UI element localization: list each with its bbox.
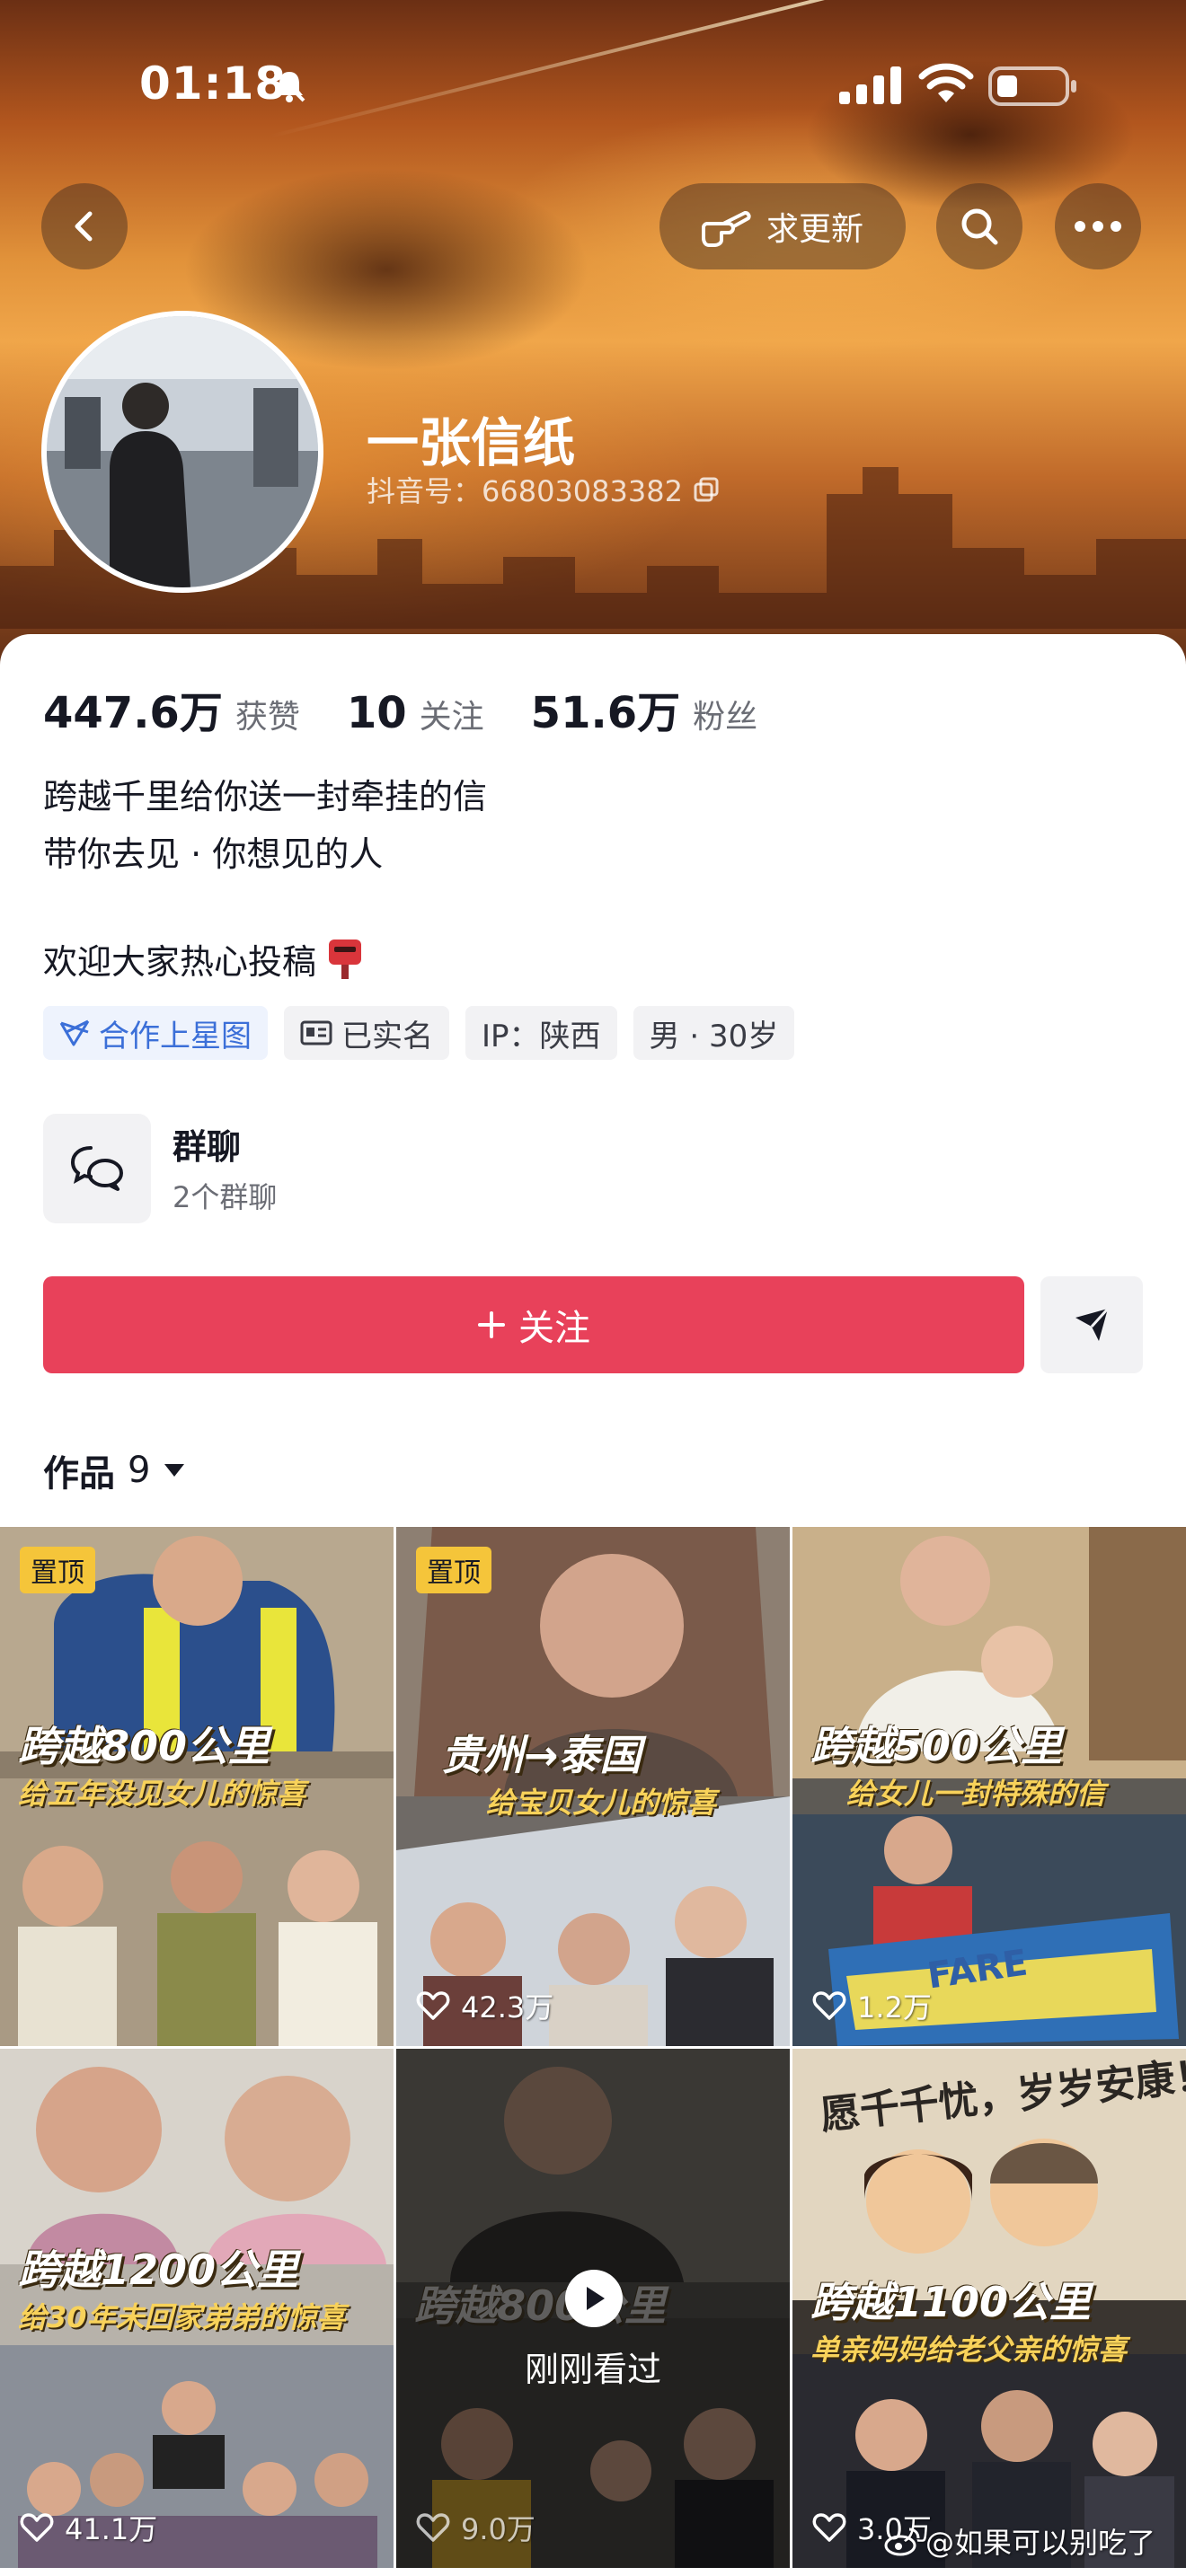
- heart-outline-icon: [416, 2513, 450, 2542]
- video-tile[interactable]: 跨越500公里 给女儿一封特殊的信 FARE 1.2万: [792, 1527, 1186, 2046]
- star-map-label: 合作上星图: [99, 1018, 252, 1054]
- bio-line-3-text: 欢迎大家热心投稿: [43, 942, 317, 982]
- video-tile[interactable]: 置顶 跨越800公里 给五年没见女儿的惊喜: [0, 1527, 394, 2046]
- verified-tag: 已实名: [284, 1006, 449, 1060]
- status-bar: 01:18: [0, 0, 1186, 171]
- chat-bubbles-icon: [70, 1146, 123, 1191]
- video-tile[interactable]: 置顶 贵州→泰国 给宝贝女儿的惊喜 42.3万: [396, 1527, 790, 2046]
- bio-line-3: 欢迎大家热心投稿: [43, 934, 365, 984]
- following-count[interactable]: 10: [347, 688, 407, 738]
- video-title: 跨越800公里: [18, 1722, 270, 1770]
- follow-button[interactable]: 关注: [43, 1276, 1024, 1373]
- video-subtitle: 给女儿一封特殊的信: [846, 1777, 1106, 1811]
- search-icon: [961, 208, 998, 245]
- like-count-value: 41.1万: [65, 2512, 158, 2546]
- battery-icon: [988, 66, 1076, 106]
- like-count: 42.3万: [416, 1985, 553, 2026]
- works-tab[interactable]: 作品 9: [43, 1444, 186, 1496]
- display-name: 一张信纸: [367, 412, 576, 473]
- works-tab-label: 作品: [43, 1453, 115, 1495]
- video-subtitle: 单亲妈妈给老父亲的惊喜: [810, 2333, 1128, 2367]
- chevron-left-icon: [75, 211, 93, 242]
- heart-outline-icon: [20, 2513, 54, 2542]
- bio-line-2: 带你去见 · 你想见的人: [43, 834, 384, 874]
- video-tile[interactable]: 跨越1200公里 给30年未回家弟弟的惊喜 41.1万: [0, 2049, 394, 2568]
- video-title: 跨越500公里: [810, 1722, 1063, 1770]
- video-title: 跨越1100公里: [810, 2278, 1092, 2326]
- send-icon: [1075, 1307, 1110, 1341]
- pointing-hand-icon: [701, 211, 751, 247]
- bell-muted-icon: [273, 70, 305, 102]
- recently-watched-label: 刚刚看过: [524, 2350, 661, 2389]
- gender-age-tag: 男 · 30岁: [633, 1006, 795, 1060]
- postbox-icon: [329, 939, 362, 979]
- profile-tags: 合作上星图 已实名 IP：陕西 男 · 30岁: [43, 1006, 795, 1060]
- wifi-icon: [918, 63, 974, 102]
- video-subtitle: 给五年没见女儿的惊喜: [18, 1777, 306, 1811]
- avatar-photo: [47, 316, 318, 587]
- verified-label: 已实名: [341, 1018, 433, 1054]
- heart-outline-icon: [416, 1991, 450, 2020]
- weibo-watermark: @如果可以别吃了: [884, 2520, 1155, 2562]
- works-count: 9: [128, 1450, 151, 1491]
- avatar[interactable]: [41, 311, 323, 593]
- douyin-id-text: 抖音号：66803083382: [367, 474, 683, 508]
- video-grid: 置顶 跨越800公里 给五年没见女儿的惊喜 置顶 贵州→泰国 给宝贝女儿的惊喜 …: [0, 1527, 1186, 2576]
- video-tile[interactable]: 愿千千忧，岁岁安康！ 跨越1100公里 单亲妈妈给老父亲的惊喜 3.0万: [792, 2049, 1186, 2568]
- pinned-badge: 置顶: [416, 1547, 491, 1593]
- video-subtitle: 给30年未回家弟弟的惊喜: [18, 2300, 346, 2334]
- gender-age-label: 男 · 30岁: [649, 1018, 779, 1054]
- followers-label[interactable]: 粉丝: [693, 691, 757, 737]
- douyin-id[interactable]: 抖音号：66803083382: [367, 469, 719, 510]
- following-label[interactable]: 关注: [420, 691, 484, 737]
- cellular-signal-icon: [839, 66, 901, 104]
- video-title: 跨越1200公里: [18, 2245, 299, 2294]
- like-count-value: 1.2万: [857, 1990, 932, 2025]
- group-chat-entry[interactable]: 群聊 2个群聊: [43, 1114, 762, 1223]
- video-tile-watched[interactable]: 跨越800公里 刚刚看过 9.0万: [396, 2049, 790, 2568]
- like-count: 9.0万: [416, 2507, 535, 2548]
- star-map-tag[interactable]: 合作上星图: [43, 1006, 268, 1060]
- id-card-icon: [300, 1020, 332, 1045]
- bio-line-1: 跨越千里给你送一封牵挂的信: [43, 777, 488, 816]
- likes-label: 获赞: [235, 699, 300, 736]
- copy-icon[interactable]: [694, 477, 719, 502]
- pinned-badge: 置顶: [20, 1547, 95, 1593]
- weibo-logo-icon: [884, 2527, 920, 2556]
- plus-icon: [478, 1311, 505, 1338]
- video-subtitle: 给宝贝女儿的惊喜: [486, 1786, 717, 1820]
- follow-label: 关注: [518, 1308, 590, 1349]
- likes-count: 447.6万: [43, 688, 223, 738]
- status-time: 01:18: [139, 57, 288, 110]
- back-button[interactable]: [41, 183, 128, 269]
- share-button[interactable]: [1040, 1276, 1143, 1373]
- like-count-value: 9.0万: [461, 2512, 535, 2546]
- followers-count[interactable]: 51.6万: [531, 677, 680, 740]
- request-update-label: 求更新: [766, 211, 863, 248]
- caret-down-icon: [164, 1464, 185, 1477]
- play-icon: [565, 2270, 623, 2327]
- heart-outline-icon: [812, 1991, 846, 2020]
- more-dots-icon: [1075, 221, 1121, 232]
- group-chat-icon-box: [43, 1114, 151, 1223]
- video-title: 贵州→泰国: [441, 1731, 642, 1779]
- like-count: 41.1万: [20, 2507, 157, 2548]
- request-update-button[interactable]: 求更新: [659, 183, 906, 269]
- star-map-icon: [59, 1019, 90, 1046]
- watermark-text: @如果可以别吃了: [925, 2526, 1156, 2560]
- group-chat-title: 群聊: [173, 1127, 242, 1167]
- like-count-value: 42.3万: [461, 1990, 554, 2025]
- heart-outline-icon: [812, 2513, 846, 2542]
- more-options-button[interactable]: [1055, 183, 1141, 269]
- profile-stats: 447.6万 获赞 10 关注 51.6万 粉丝: [43, 677, 804, 740]
- ip-location-tag: IP：陕西: [465, 1006, 617, 1060]
- like-count: 1.2万: [812, 1985, 932, 2026]
- search-button[interactable]: [936, 183, 1022, 269]
- ip-location-label: IP：陕西: [482, 1018, 601, 1054]
- group-chat-count: 2个群聊: [173, 1180, 278, 1214]
